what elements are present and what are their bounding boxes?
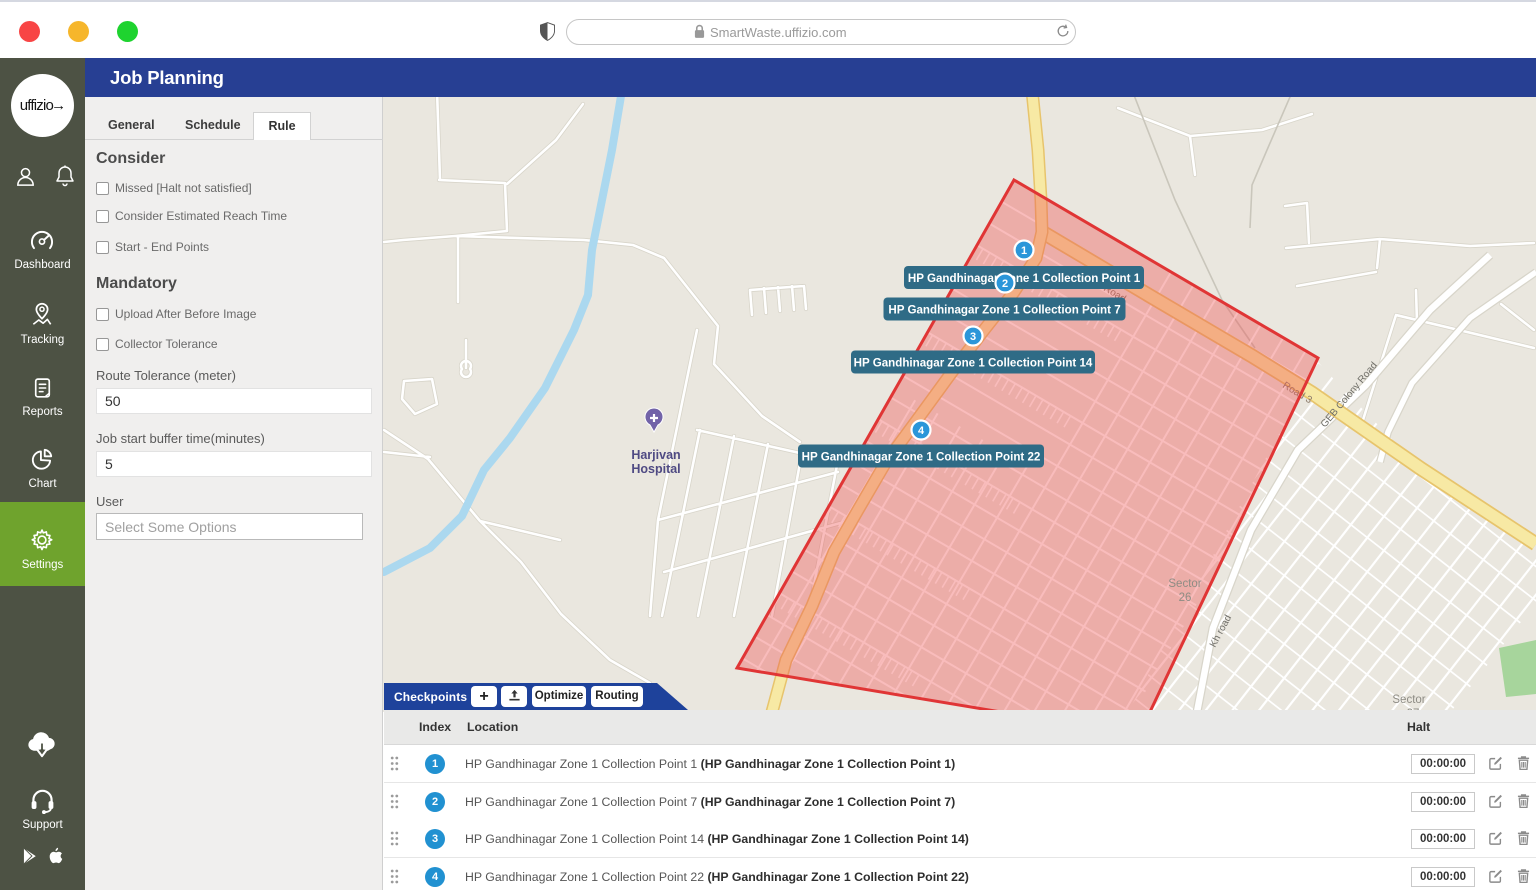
svg-text:Sector: Sector: [1392, 694, 1425, 706]
svg-text:3: 3: [970, 331, 976, 343]
svg-text:2: 2: [1002, 278, 1008, 290]
svg-text:HP Gandhinagar Zone 1 Collecti: HP Gandhinagar Zone 1 Collection Point 1…: [854, 357, 1093, 370]
svg-text:4: 4: [918, 425, 925, 437]
svg-text:Harjivan: Harjivan: [631, 448, 680, 462]
svg-text:26: 26: [1179, 592, 1192, 604]
svg-text:HP Gandhinagar Zone 1 Collecti: HP Gandhinagar Zone 1 Collection Point 1: [908, 272, 1141, 285]
svg-text:Sector: Sector: [1168, 578, 1201, 590]
svg-text:HP Gandhinagar Zone 1 Collecti: HP Gandhinagar Zone 1 Collection Point 2…: [802, 451, 1041, 464]
svg-text:Hospital: Hospital: [631, 462, 680, 476]
svg-text:HP Gandhinagar Zone 1 Collecti: HP Gandhinagar Zone 1 Collection Point 7: [888, 304, 1120, 317]
svg-text:1: 1: [1021, 245, 1027, 257]
